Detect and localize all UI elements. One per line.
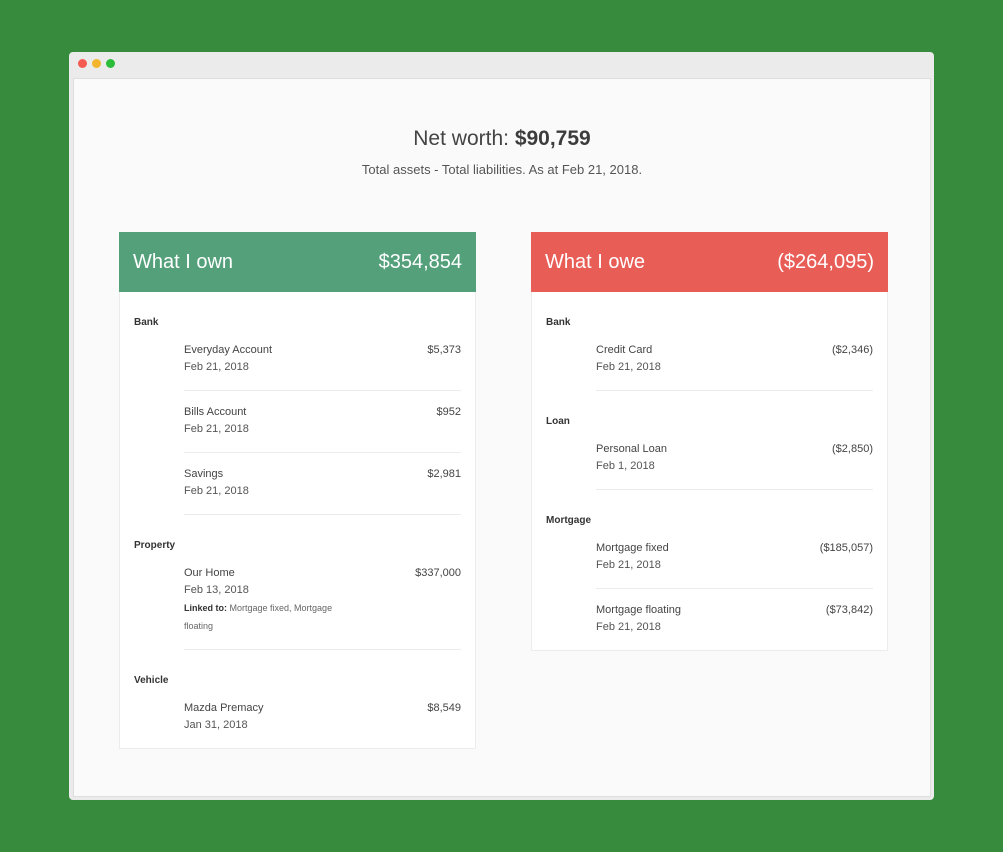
asset-group-title-bank: Bank — [134, 317, 159, 328]
asset-item[interactable]: Our Home Feb 13, 2018 Linked to: Mortgag… — [184, 552, 461, 650]
item-date: Feb 13, 2018 — [184, 584, 249, 596]
net-worth-label: Net worth: — [413, 127, 509, 150]
liabilities-title: What I owe — [545, 250, 646, 273]
item-amount: ($185,057) — [819, 542, 873, 554]
asset-group-title-property: Property — [134, 540, 176, 551]
liability-item[interactable]: Personal Loan Feb 1, 2018 ($2,850) — [596, 428, 873, 490]
item-amount: $8,549 — [427, 702, 461, 714]
item-amount: ($2,850) — [832, 443, 873, 455]
asset-group-title-vehicle: Vehicle — [134, 675, 169, 686]
linked-liabilities: Linked to: Mortgage fixed, Mortgage floa… — [184, 599, 354, 635]
item-date: Feb 21, 2018 — [596, 559, 661, 571]
item-name: Mortgage fixed — [596, 542, 669, 554]
item-name: Savings — [184, 468, 224, 480]
item-name: Personal Loan — [596, 443, 667, 455]
liabilities-total: ($264,095) — [777, 250, 874, 273]
asset-item[interactable]: Savings Feb 21, 2018 $2,981 — [184, 453, 461, 515]
assets-panel: What I own $354,854 Bank Everyday Accoun… — [119, 232, 476, 749]
item-amount: $337,000 — [415, 567, 461, 579]
item-amount: ($2,346) — [832, 344, 873, 356]
liability-item[interactable]: Mortgage floating Feb 21, 2018 ($73,842) — [596, 589, 873, 650]
page-content: Net worth: $90,759 Total assets - Total … — [73, 78, 931, 797]
liability-item[interactable]: Credit Card Feb 21, 2018 ($2,346) — [596, 329, 873, 391]
item-amount: $5,373 — [427, 344, 461, 356]
asset-item[interactable]: Mazda Premacy Jan 31, 2018 $8,549 — [184, 687, 461, 748]
assets-header: What I own $354,854 — [119, 232, 476, 292]
item-date: Feb 21, 2018 — [596, 361, 661, 373]
item-date: Feb 21, 2018 — [596, 621, 661, 633]
net-worth-value: $90,759 — [514, 127, 591, 150]
net-worth-summary: Net worth: $90,759 Total assets - Total … — [74, 125, 930, 177]
assets-title: What I own — [133, 250, 234, 273]
window-titlebar — [69, 52, 934, 74]
item-name: Credit Card — [596, 344, 653, 356]
item-date: Jan 31, 2018 — [184, 719, 248, 731]
item-name: Our Home — [184, 567, 235, 579]
liability-group-title-mortgage: Mortgage — [546, 515, 591, 526]
item-amount: ($73,842) — [825, 604, 873, 616]
asset-item[interactable]: Everyday Account Feb 21, 2018 $5,373 — [184, 329, 461, 391]
close-window-button[interactable] — [78, 59, 87, 68]
liabilities-panel: What I owe ($264,095) Bank Credit Card F… — [531, 232, 888, 651]
net-worth-heading: Net worth: $90,759 — [74, 125, 930, 153]
item-name: Mortgage floating — [596, 604, 681, 616]
item-amount: $2,981 — [427, 468, 461, 480]
item-date: Feb 21, 2018 — [184, 485, 249, 497]
linked-label: Linked to: — [184, 603, 227, 613]
browser-window: Net worth: $90,759 Total assets - Total … — [69, 52, 934, 800]
liability-group-title-bank: Bank — [546, 317, 571, 328]
liability-group-title-loan: Loan — [546, 416, 570, 427]
item-date: Feb 1, 2018 — [596, 460, 655, 472]
net-worth-subtitle: Total assets - Total liabilities. As at … — [361, 162, 643, 177]
minimize-window-button[interactable] — [92, 59, 101, 68]
item-amount: $952 — [436, 406, 461, 418]
item-name: Bills Account — [184, 406, 247, 418]
item-name: Mazda Premacy — [184, 702, 264, 714]
assets-total: $354,854 — [378, 250, 462, 273]
liabilities-header: What I owe ($264,095) — [531, 232, 888, 292]
asset-item[interactable]: Bills Account Feb 21, 2018 $952 — [184, 391, 461, 453]
item-date: Feb 21, 2018 — [184, 361, 249, 373]
liability-item[interactable]: Mortgage fixed Feb 21, 2018 ($185,057) — [596, 527, 873, 589]
item-date: Feb 21, 2018 — [184, 423, 249, 435]
item-name: Everyday Account — [184, 344, 273, 356]
maximize-window-button[interactable] — [106, 59, 115, 68]
